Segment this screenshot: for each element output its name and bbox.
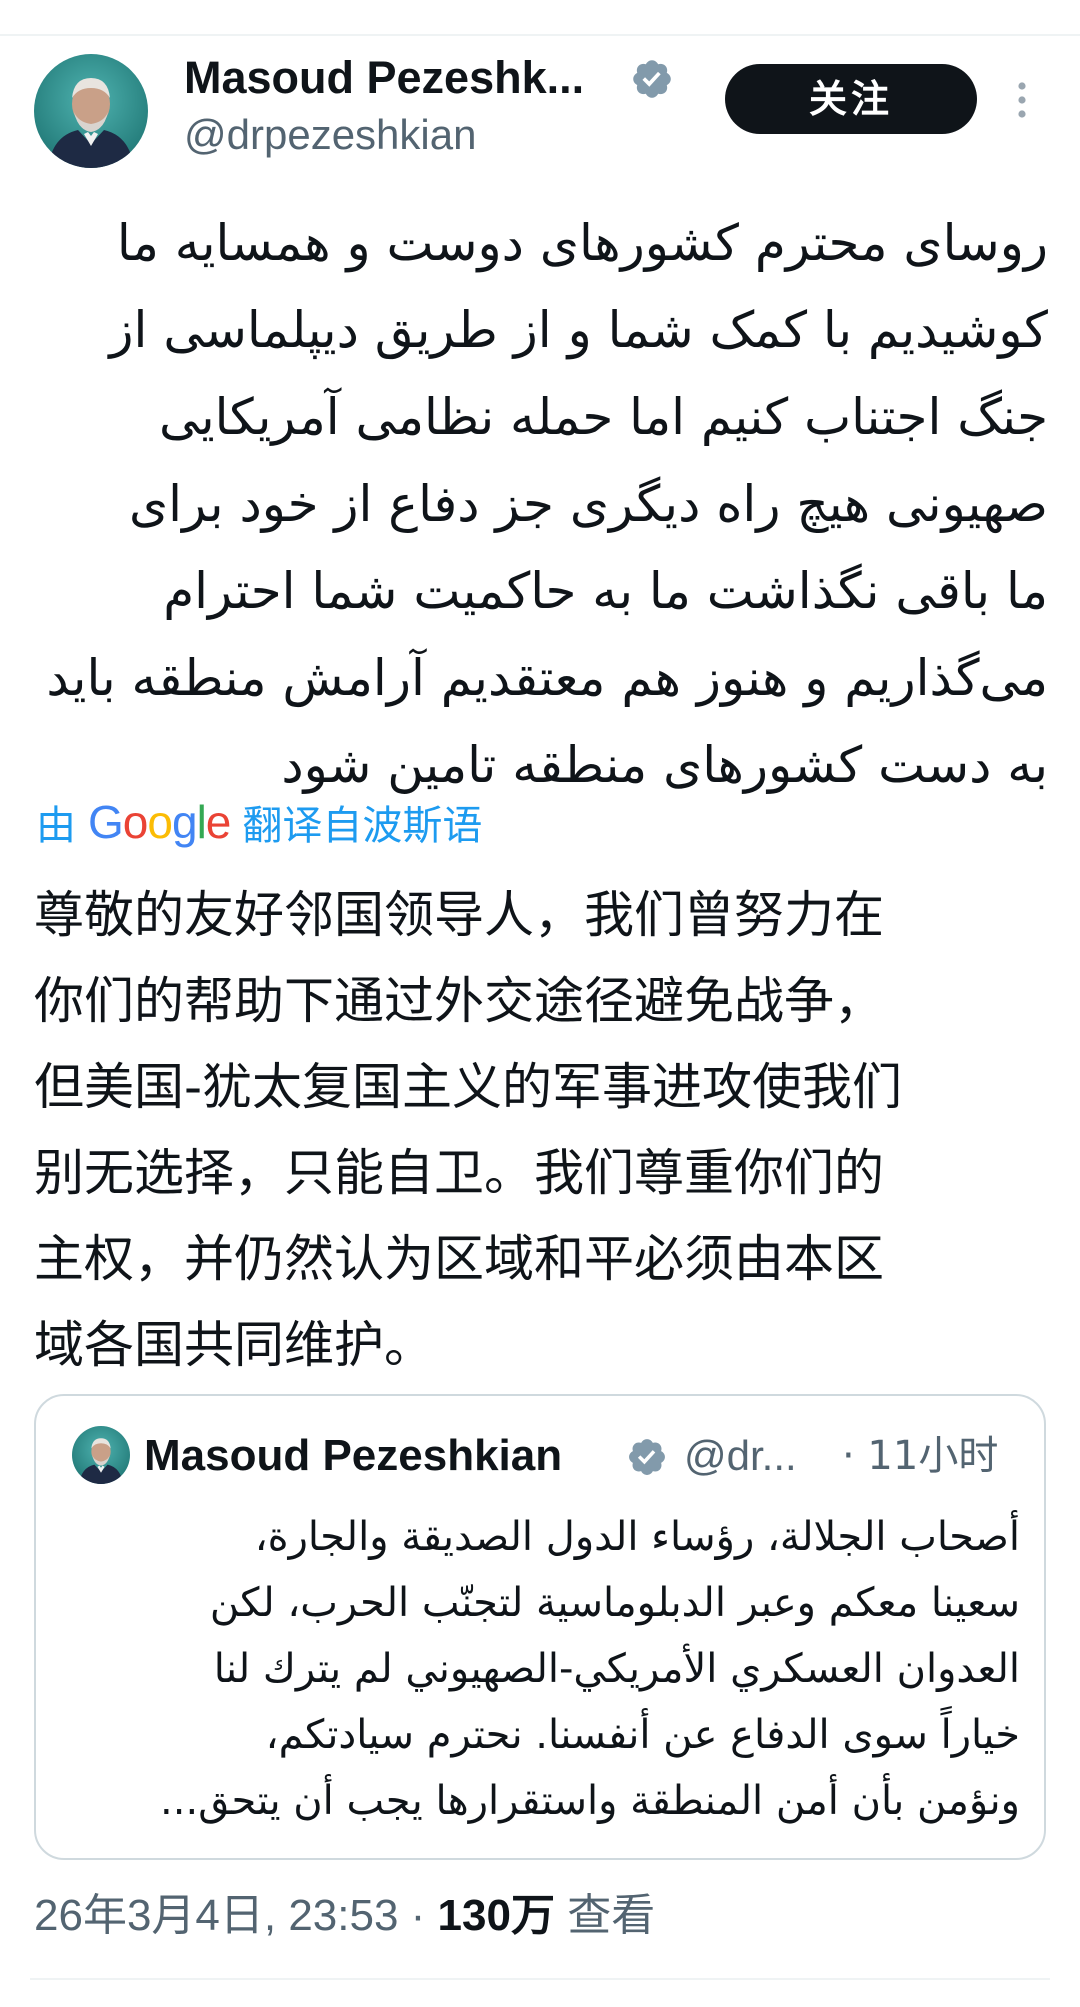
translation-prefix: 由 [36,803,76,849]
tweet-meta: 26年3月4日, 23:53 · 130万 查看 [34,1886,655,1946]
author-handle[interactable]: @drpezeshkian [184,110,476,160]
tweet-translated-line: 但美国-犹太复国主义的军事进攻使我们 [34,1058,903,1116]
tweet-original-line: می‌گذاریم و هنوز هم معتقدیم آرامش منطقه … [46,649,1048,707]
quoted-text-line: خياراً سوى الدفاع عن أنفسنا. نحترم سيادت… [265,1712,1020,1758]
views-count: 130万 [437,1891,555,1940]
quoted-text-line: سعينا معكم وعبر الدبلوماسية لتجنّب الحرب… [209,1580,1020,1626]
tweet-translated-line: 别无选择，只能自卫。我们尊重你们的 [34,1144,884,1202]
tweet-translated-line: 尊敬的友好邻国领导人，我们曾努力在 [34,886,884,944]
tweet-translated-text: 尊敬的友好邻国领导人，我们曾努力在 你们的帮助下通过外交途径避免战争， 但美国-… [34,872,1044,1388]
views-label: 查看 [554,1891,656,1940]
tweet-original-line: کوشیدیم با کمک شما و از طریق دیپلماسی از [109,301,1048,359]
translation-attribution: 由 Google 翻译自波斯语 [36,794,482,850]
quoted-author-handle: @dr... [684,1432,797,1479]
more-vertical-icon[interactable] [1012,80,1032,120]
verified-badge-icon [633,60,671,98]
bottom-divider [30,1978,1050,1980]
quoted-tweet-card[interactable]: Masoud Pezeshkian @dr... · 11小时 أصحاب ال… [34,1394,1046,1860]
quoted-timestamp: · 11小时 [842,1433,999,1479]
quoted-author-name: Masoud Pezeshkian [144,1431,563,1480]
verified-badge-icon [629,1439,665,1475]
quoted-text-line: ونؤمن بأن أمن المنطقة واستقرارها يجب أن … [160,1778,1020,1824]
tweet-detail-page: Masoud Pezeshk... @drpezeshkian 关注 روسای… [0,0,1080,2007]
quoted-text-line: أصحاب الجلالة، رؤساء الدول الصديقة والجا… [254,1514,1020,1560]
translated-from-link[interactable]: 翻译自波斯语 [242,793,482,851]
tweet-translated-line: 主权，并仍然认为区域和平必须由本区 [34,1230,884,1288]
tweet-original-text: روسای محترم کشورهای دوست و همسایه ما کوش… [30,200,1048,809]
quoted-text-line: العدوان العسكري الأمريكي-الصهيوني لم يتر… [213,1646,1020,1692]
tweet-translated-line: 域各国共同维护。 [34,1316,434,1374]
author-display-name[interactable]: Masoud Pezeshk... [184,52,584,104]
tweet-original-line: جنگ اجتناب کنیم اما حمله نظامی آمریکایی [159,388,1048,446]
quoted-tweet-text: أصحاب الجلالة، رؤساء الدول الصديقة والجا… [66,1504,1020,1834]
google-logo: Google [88,796,231,848]
author-avatar[interactable] [34,54,148,168]
top-divider [0,34,1080,36]
quoted-author-avatar [72,1426,130,1484]
tweet-original-line: صهیونی هیچ راه دیگری جز دفاع از خود برای [129,475,1048,533]
tweet-original-line: روسای محترم کشورهای دوست و همسایه ما [116,214,1048,272]
follow-button[interactable]: 关注 [725,64,977,134]
tweet-original-line: ما باقی نگذاشت ما به حاکمیت شما احترام [163,562,1048,620]
tweet-translated-line: 你们的帮助下通过外交途径避免战争， [34,972,884,1030]
tweet-timestamp[interactable]: 26年3月4日, 23:53 · [34,1891,438,1940]
